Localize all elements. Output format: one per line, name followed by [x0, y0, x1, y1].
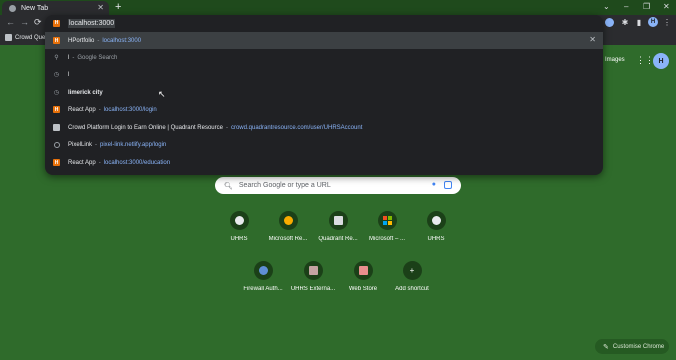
shortcut-label: UHRS [427, 236, 445, 242]
tab-search-icon[interactable]: ⌄ [603, 2, 610, 11]
mouse-cursor-icon: ↖ [158, 89, 166, 99]
bookmark-label: Crowd Quer [15, 34, 48, 41]
separator: - [98, 106, 101, 113]
pencil-icon: ✎ [603, 343, 609, 351]
shortcut-favicon-icon [303, 261, 323, 280]
suggestion-title: l [68, 71, 70, 78]
suggestion-title: Crowd Platform Login to Earn Online | Qu… [68, 124, 223, 131]
shortcut-favicon-icon [426, 211, 446, 230]
shortcut-favicon-icon [328, 211, 348, 230]
html-file-icon: H [53, 106, 60, 113]
suggestion-title: React App [68, 159, 96, 166]
suggestion-title: PixelLink [68, 141, 93, 148]
tab-close-icon[interactable]: ✕ [97, 3, 104, 12]
apps-grid-icon[interactable]: ⋮⋮ [636, 55, 654, 66]
omnibox-dropdown: H localhost:3000 H HPortfolio - localhos… [45, 15, 603, 175]
back-button[interactable]: ← [6, 17, 15, 27]
google-account-avatar[interactable]: H [653, 53, 669, 69]
bookmark-item[interactable]: Crowd Quer [5, 34, 47, 41]
separator: - [95, 141, 98, 148]
images-link[interactable]: Images [605, 57, 625, 63]
history-icon: ◷ [53, 72, 60, 78]
microphone-icon[interactable]: ● [432, 181, 436, 188]
suggestion-row[interactable]: ◷ l [45, 66, 603, 83]
suggestion-title: HPortfolio [68, 37, 95, 44]
add-icon: + [402, 261, 422, 280]
microsoft-logo-icon [377, 211, 397, 230]
suggestion-detail: Google Search [77, 54, 118, 61]
tab-title: New Tab [21, 4, 49, 12]
add-shortcut-tile[interactable]: + Add shortcut [382, 261, 442, 292]
side-panel-icon[interactable]: ▮ [633, 16, 645, 28]
suggestion-row[interactable]: H React App - localhost:3000/login [45, 101, 603, 118]
globe-icon [53, 141, 60, 148]
close-window-button[interactable]: ✕ [663, 2, 670, 11]
suggestion-url: localhost:3000/login [103, 106, 157, 113]
search-placeholder: Search Google or type a URL [238, 182, 331, 189]
suggestion-row[interactable]: Crowd Platform Login to Earn Online | Qu… [45, 119, 603, 136]
web-store-icon [353, 261, 373, 280]
shortcut-favicon-icon [229, 211, 249, 230]
separator: - [72, 54, 75, 61]
suggestion-url: pixel-link.netlify.app/login [100, 141, 167, 148]
bookmark-favicon-icon [5, 34, 12, 41]
minimize-button[interactable]: – [624, 2, 628, 11]
tab-strip: New Tab ✕ + ⌄ – ❐ ✕ [0, 0, 676, 15]
suggestion-row[interactable]: ⚲ l - Google Search [45, 49, 603, 66]
reload-button[interactable]: ⟳ [34, 17, 42, 28]
shortcut-favicon-icon [278, 211, 298, 230]
search-icon: ⚲ [54, 55, 59, 61]
suggestion-row[interactable]: ◷ limerick city [45, 84, 603, 101]
forward-button[interactable]: → [20, 17, 29, 27]
google-lens-icon[interactable] [444, 181, 452, 189]
menu-kebab-icon[interactable]: ⋮ [661, 16, 673, 28]
chrome-icon [9, 4, 16, 12]
suggestion-row[interactable]: H React App - localhost:3000/education [45, 154, 603, 171]
extensions-puzzle-icon[interactable]: ✱ [619, 16, 631, 28]
maximize-button[interactable]: ❐ [643, 2, 650, 11]
search-icon: 🔍︎ [224, 182, 233, 190]
suggestion-title: React App [68, 106, 96, 113]
customise-chrome-button[interactable]: ✎ Customise Chrome [595, 339, 669, 354]
suggestion-row[interactable]: H HPortfolio - localhost:3000 ✕ [45, 32, 603, 49]
extension-icon[interactable] [605, 18, 614, 27]
profile-avatar[interactable]: H [648, 17, 658, 27]
suggestion-url: crowd.quadrantresource.com/user/UHRSAcco… [230, 124, 363, 131]
history-icon: ◷ [53, 90, 60, 96]
suggestion-row[interactable]: PixelLink - pixel-link.netlify.app/login [45, 136, 603, 153]
omnibox-input[interactable]: H localhost:3000 [45, 15, 603, 31]
tab-new-tab[interactable]: New Tab ✕ [2, 1, 109, 15]
shortcut-favicon-icon [253, 261, 273, 280]
html-file-icon: H [53, 37, 60, 44]
suggestion-title: limerick city [68, 89, 103, 96]
html-file-icon: H [53, 159, 60, 166]
document-icon [53, 124, 60, 131]
customise-label: Customise Chrome [612, 343, 665, 350]
separator: - [98, 159, 101, 166]
separator: - [97, 37, 100, 44]
omnibox-selected-text[interactable]: localhost:3000 [68, 18, 116, 28]
suggestion-url: localhost:3000 [102, 37, 142, 44]
suggestion-title: l [68, 54, 70, 61]
shortcut-label: Add shortcut [395, 286, 429, 292]
html-file-icon: H [53, 19, 60, 27]
new-tab-button[interactable]: + [115, 1, 121, 13]
shortcut-tile[interactable]: UHRS [406, 211, 466, 242]
separator: - [225, 124, 228, 131]
suggestion-url: localhost:3000/education [103, 159, 171, 166]
google-search-box[interactable]: 🔍︎ Search Google or type a URL ● [215, 177, 461, 194]
remove-suggestion-icon[interactable]: ✕ [589, 35, 596, 44]
